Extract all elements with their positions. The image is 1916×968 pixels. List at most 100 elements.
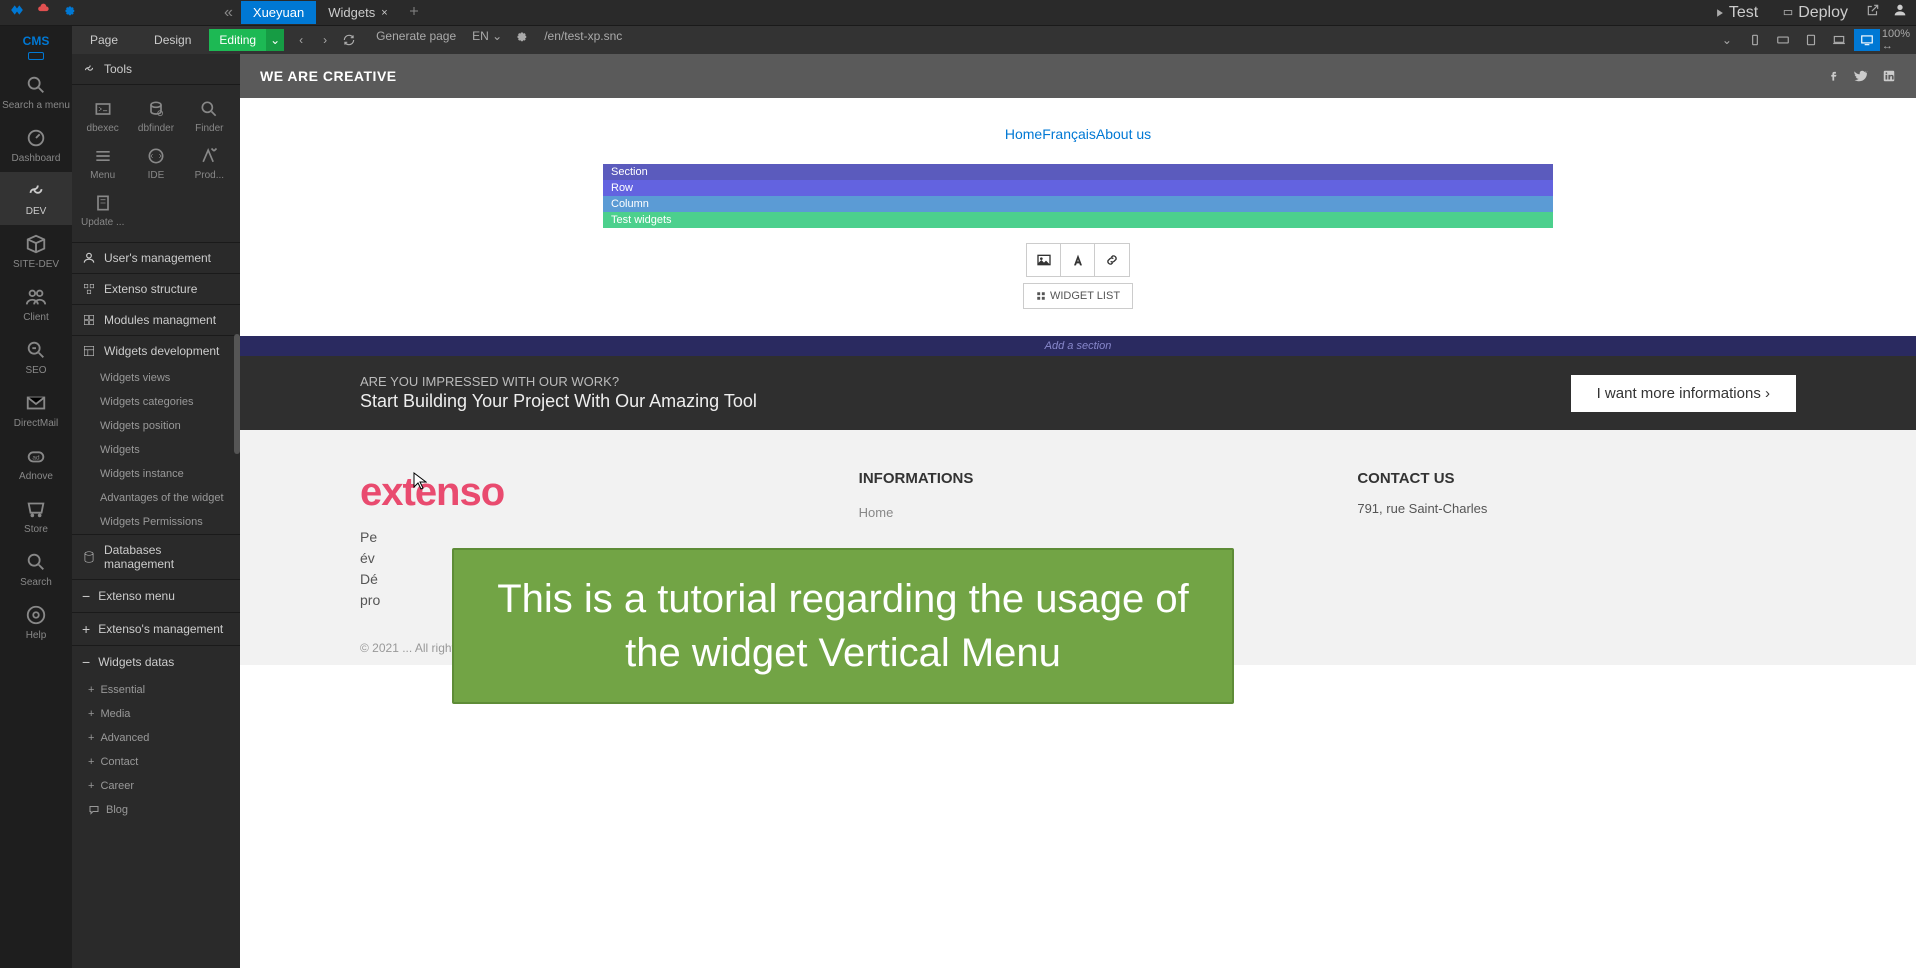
device-mobile-icon[interactable] xyxy=(1742,29,1768,51)
tool-dbfinder[interactable]: dbfinder xyxy=(129,93,182,140)
language-selector[interactable]: EN ⌄ xyxy=(466,29,508,51)
tool-image-icon[interactable] xyxy=(1027,244,1061,276)
editing-button[interactable]: Editing xyxy=(209,29,266,51)
sp-widgets-categories[interactable]: Widgets categories xyxy=(72,390,240,414)
tutorial-overlay: This is a tutorial regarding the usage o… xyxy=(452,548,1234,704)
sp-tools-header: Tools xyxy=(72,54,240,85)
tool-ide[interactable]: IDE xyxy=(129,140,182,187)
nav-forward-icon[interactable]: › xyxy=(314,29,336,51)
sp-wd-advanced[interactable]: +Advanced xyxy=(72,726,240,750)
twitter-icon[interactable] xyxy=(1854,69,1868,83)
rail-directmail[interactable]: DirectMail xyxy=(0,384,72,437)
page-nav-links: HomeFrançaisAbout us xyxy=(240,118,1916,164)
nav-about[interactable]: About us xyxy=(1096,126,1151,142)
sp-widgets-position[interactable]: Widgets position xyxy=(72,414,240,438)
toolbar-page[interactable]: Page xyxy=(72,29,136,51)
sp-extenso-mgmt[interactable]: +Extenso's management xyxy=(72,612,240,645)
add-tab-icon[interactable] xyxy=(400,4,428,22)
rail-seo[interactable]: SEO xyxy=(0,331,72,384)
nav-home[interactable]: Home xyxy=(1005,126,1042,142)
zoom-level[interactable]: 100%↔ xyxy=(1882,28,1910,52)
tool-update[interactable]: Update ... xyxy=(76,187,129,234)
refresh-icon[interactable] xyxy=(338,29,360,51)
sp-users[interactable]: User's management xyxy=(72,242,240,273)
cta-button[interactable]: I want more informations › xyxy=(1571,375,1796,412)
sp-extenso-menu[interactable]: −Extenso menu xyxy=(72,579,240,612)
device-tablet-icon[interactable] xyxy=(1798,29,1824,51)
tool-prod[interactable]: Prod... xyxy=(183,140,236,187)
sp-widgets-permissions[interactable]: Widgets Permissions xyxy=(72,510,240,534)
footer-contact-heading: CONTACT US xyxy=(1357,470,1796,487)
svg-text:ad: ad xyxy=(32,455,40,462)
tool-text-icon[interactable] xyxy=(1061,244,1095,276)
sp-widgets-dev[interactable]: Widgets development xyxy=(72,335,240,366)
sp-extenso-structure[interactable]: Extenso structure xyxy=(72,273,240,304)
tab-widgets[interactable]: Widgets× xyxy=(316,1,399,24)
generate-page-button[interactable]: Generate page xyxy=(366,29,466,51)
sp-wd-media[interactable]: +Media xyxy=(72,702,240,726)
gear-icon[interactable] xyxy=(62,3,76,22)
sp-widgets[interactable]: Widgets xyxy=(72,438,240,462)
tab-xueyuan[interactable]: Xueyuan xyxy=(241,1,316,24)
side-panel: Tools dbexec dbfinder Finder Menu IDE Pr… xyxy=(72,54,240,968)
sp-wd-contact[interactable]: +Contact xyxy=(72,750,240,774)
dropdown-icon[interactable]: ⌄ xyxy=(1714,29,1740,51)
cms-label[interactable]: CMS xyxy=(23,30,50,52)
edit-section-label[interactable]: Section xyxy=(603,164,1553,180)
user-avatar-icon[interactable] xyxy=(1892,2,1908,23)
tool-finder[interactable]: Finder xyxy=(183,93,236,140)
left-rail: CMS Search a menu Dashboard DEV SITE-DEV… xyxy=(0,26,72,968)
edit-column-label[interactable]: Column xyxy=(603,196,1553,212)
deploy-button[interactable]: Deploy xyxy=(1776,2,1854,24)
rail-sitedev[interactable]: SITE-DEV xyxy=(0,225,72,278)
edit-row-label[interactable]: Row xyxy=(603,180,1553,196)
rail-search[interactable]: Search a menu xyxy=(0,66,72,119)
nav-francais[interactable]: Français xyxy=(1042,126,1096,142)
cta-bar: ARE YOU IMPRESSED WITH OUR WORK? Start B… xyxy=(240,356,1916,430)
sp-widgets-advantages[interactable]: Advantages of the widget xyxy=(72,486,240,510)
rail-client[interactable]: Client xyxy=(0,278,72,331)
tool-link-icon[interactable] xyxy=(1095,244,1129,276)
sp-wd-essential[interactable]: +Essential xyxy=(72,678,240,702)
toolbar-design[interactable]: Design xyxy=(136,29,209,51)
rail-search2[interactable]: Search xyxy=(0,543,72,596)
close-icon[interactable]: × xyxy=(381,7,387,19)
sp-db[interactable]: Databases management xyxy=(72,534,240,579)
editing-dropdown[interactable]: ⌄ xyxy=(266,29,284,51)
edit-block: Section Row Column Test widgets WIDGET L… xyxy=(603,164,1553,316)
rail-help[interactable]: Help xyxy=(0,596,72,649)
linkedin-icon[interactable] xyxy=(1882,69,1896,83)
canvas: WE ARE CREATIVE HomeFrançaisAbout us Sec… xyxy=(240,54,1916,968)
device-tablet-landscape-icon[interactable] xyxy=(1770,29,1796,51)
add-section-button[interactable]: Add a section xyxy=(240,336,1916,356)
settings-gear-icon[interactable] xyxy=(508,29,534,51)
footer-link-home[interactable]: Home xyxy=(859,501,1298,524)
nav-back-icon[interactable]: ‹ xyxy=(290,29,312,51)
tool-dbexec[interactable]: dbexec xyxy=(76,93,129,140)
sp-widgets-views[interactable]: Widgets views xyxy=(72,366,240,390)
edit-test-widgets-label[interactable]: Test widgets xyxy=(603,212,1553,228)
prev-tab-icon[interactable]: « xyxy=(216,4,241,22)
test-button[interactable]: Test xyxy=(1709,2,1764,24)
rail-adnove[interactable]: adAdnove xyxy=(0,437,72,490)
rail-store[interactable]: Store xyxy=(0,490,72,543)
tabbar: « Xueyuan Widgets× xyxy=(216,0,428,26)
cms-sub-icon xyxy=(28,52,44,60)
device-laptop-icon[interactable] xyxy=(1826,29,1852,51)
page-header: WE ARE CREATIVE xyxy=(240,54,1916,98)
sp-modules[interactable]: Modules managment xyxy=(72,304,240,335)
sp-widgets-data[interactable]: −Widgets datas xyxy=(72,645,240,678)
footer-logo: extenso xyxy=(360,470,799,515)
sp-widgets-instance[interactable]: Widgets instance xyxy=(72,462,240,486)
widget-list-button[interactable]: WIDGET LIST xyxy=(1023,283,1133,309)
tool-menu[interactable]: Menu xyxy=(76,140,129,187)
sp-wd-blog[interactable]: Blog xyxy=(72,798,240,822)
rail-dashboard[interactable]: Dashboard xyxy=(0,119,72,172)
facebook-icon[interactable] xyxy=(1826,69,1840,83)
sp-wd-career[interactable]: +Career xyxy=(72,774,240,798)
topbar: « Xueyuan Widgets× Test Deploy xyxy=(0,0,1916,26)
device-desktop-icon[interactable] xyxy=(1854,29,1880,51)
rail-dev[interactable]: DEV xyxy=(0,172,72,225)
cloud-icon[interactable] xyxy=(36,3,52,22)
external-link-icon[interactable] xyxy=(1866,3,1880,22)
